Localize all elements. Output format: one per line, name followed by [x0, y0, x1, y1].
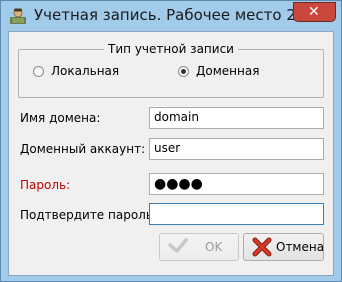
cancel-button[interactable]: Отмена — [243, 233, 324, 261]
domain-input[interactable]: domain — [149, 107, 324, 129]
close-button[interactable]: ✕ — [293, 2, 336, 22]
confirm-password-label: Подтвердите пароль: — [20, 208, 157, 222]
red-x-icon — [252, 237, 272, 257]
password-label: Пароль: — [20, 178, 71, 192]
account-label: Доменный аккаунт: — [20, 142, 146, 156]
radio-domain-label: Доменная — [196, 64, 260, 78]
dialog-window: Учетная запись. Рабочее место 2 ✕ Тип уч… — [0, 0, 342, 282]
checkmark-icon — [168, 238, 188, 253]
account-type-legend: Тип учетной записи — [108, 42, 234, 56]
dialog-body: Тип учетной записи Локальная Доменная Им… — [8, 31, 334, 276]
title-bar[interactable]: Учетная запись. Рабочее место 2 ✕ — [1, 1, 341, 31]
radio-local-label: Локальная — [51, 64, 120, 78]
close-icon: ✕ — [308, 4, 320, 20]
domain-label: Имя домена: — [20, 111, 101, 125]
radio-domain-indicator[interactable] — [178, 66, 189, 77]
account-input[interactable]: user — [149, 138, 324, 160]
cancel-label: Отмена — [276, 240, 325, 254]
ok-label: OK — [205, 240, 223, 254]
radio-local-indicator[interactable] — [33, 66, 44, 77]
confirm-password-input[interactable] — [149, 203, 324, 225]
window-title: Учетная запись. Рабочее место 2 — [34, 6, 296, 24]
password-input[interactable]: ●●●● — [149, 173, 324, 195]
password-mask: ●●●● — [154, 176, 203, 192]
user-icon — [10, 8, 26, 24]
ok-button[interactable]: OK — [159, 233, 239, 261]
